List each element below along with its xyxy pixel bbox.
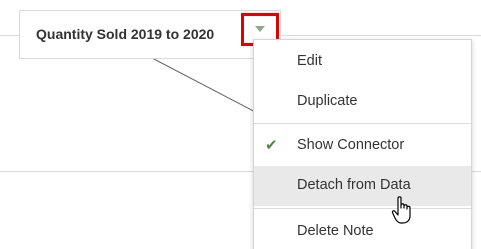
menu-item-show-connector[interactable]: ✔ Show Connector xyxy=(254,126,471,166)
canvas: Quantity Sold 2019 to 2020 Edit Duplicat… xyxy=(0,0,481,249)
note-context-menu: Edit Duplicate ✔ Show Connector Detach f… xyxy=(253,39,472,249)
menu-item-label: Detach from Data xyxy=(297,177,411,193)
menu-item-label: Delete Note xyxy=(297,223,374,239)
menu-separator xyxy=(254,123,471,124)
menu-item-label: Edit xyxy=(297,53,322,69)
menu-item-label: Show Connector xyxy=(297,137,405,153)
menu-item-detach-from-data[interactable]: Detach from Data xyxy=(254,166,471,206)
checkmark-icon: ✔ xyxy=(265,137,278,154)
menu-item-edit[interactable]: Edit xyxy=(254,42,471,82)
menu-item-delete-note[interactable]: Delete Note xyxy=(254,212,471,249)
chevron-down-icon xyxy=(255,26,265,32)
menu-separator xyxy=(254,208,471,209)
note-title: Quantity Sold 2019 to 2020 xyxy=(36,26,215,42)
menu-item-duplicate[interactable]: Duplicate xyxy=(254,82,471,122)
menu-item-label: Duplicate xyxy=(297,93,358,109)
